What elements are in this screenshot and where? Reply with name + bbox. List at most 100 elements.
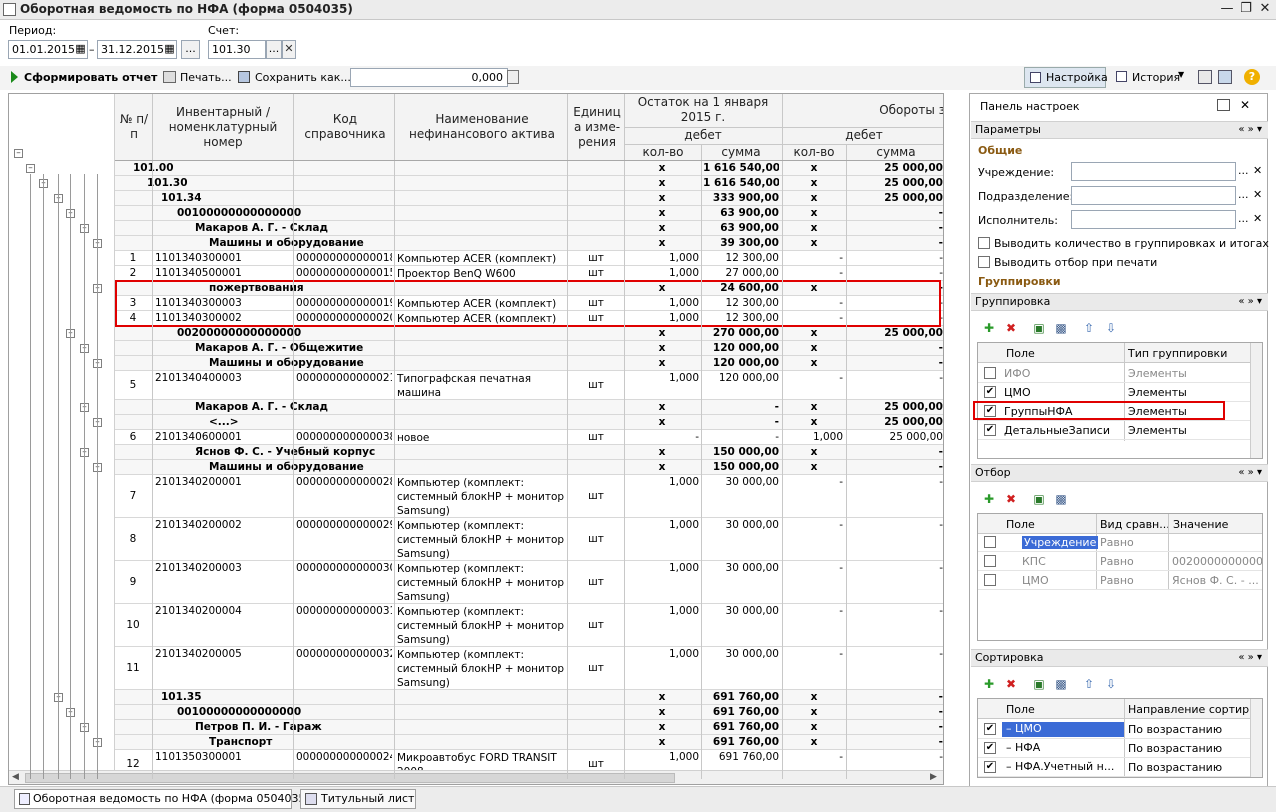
table-row[interactable]: 8 2101340200002 000000000000029 Компьютер (… xyxy=(115,518,943,561)
sort-row[interactable]: ✔ – НФА По возрастанию xyxy=(978,739,1250,758)
group-row[interactable]: 101.30 x 1 616 540,00 x 25 000,00 xyxy=(115,176,943,191)
group-row[interactable]: пожертвования x 24 600,00 x - xyxy=(115,281,943,296)
table-row[interactable]: 3 1101340300003 000000000000019 Компьютер A… xyxy=(115,296,943,311)
scroll-right-icon[interactable]: ▶ xyxy=(930,772,937,782)
save-as-button[interactable]: Сохранить как... xyxy=(255,71,351,84)
help-icon[interactable]: ? xyxy=(1244,69,1260,85)
calendar-icon[interactable]: ▦ xyxy=(73,41,88,58)
uncheck-all-icon[interactable]: ▩ xyxy=(1054,321,1068,335)
scroll-left-icon[interactable]: ◀ xyxy=(12,772,19,782)
table-row[interactable]: 5 2101340400003 000000000000021 Типографска… xyxy=(115,371,943,413)
grouping-row[interactable]: ✔ ДетальныеЗаписи Элементы xyxy=(978,421,1250,440)
move-down-icon[interactable]: ⇩ xyxy=(1104,677,1118,691)
sort-checkbox[interactable]: ✔ xyxy=(984,761,996,773)
group-row[interactable]: Макаров А. Г. - Склад x - x 25 000,00 xyxy=(115,400,943,415)
grouping-scrollbar[interactable] xyxy=(1250,343,1262,458)
select-button[interactable]: ... xyxy=(1238,164,1249,177)
collapse-all-icon[interactable]: – xyxy=(14,149,23,158)
table-row[interactable]: 11 2101340200005 000000000000032 Компьютер … xyxy=(115,647,943,690)
save-settings-icon[interactable] xyxy=(1218,70,1232,84)
sort-section-header[interactable]: Сортировка « » ▾ xyxy=(971,649,1268,667)
add-icon[interactable]: ✚ xyxy=(982,677,996,691)
table-row[interactable]: 2 1101340500001 000000000000015 Проектор Be… xyxy=(115,266,943,281)
section-controls-icon[interactable]: « » ▾ xyxy=(1238,122,1262,138)
generate-report-button[interactable]: Сформировать отчет xyxy=(24,71,157,84)
export-icon[interactable] xyxy=(1198,70,1212,84)
filter-row[interactable]: КПС Равно 0020000000000... xyxy=(978,552,1262,571)
sort-checkbox[interactable]: ✔ xyxy=(984,742,996,754)
grouping-row[interactable]: ИФО Элементы xyxy=(978,364,1250,383)
group-row[interactable]: Макаров А. Г. - Общежитие x 120 000,00 x - xyxy=(115,341,943,356)
group-row[interactable]: <...> x - x 25 000,00 xyxy=(115,415,943,430)
filter-section-header[interactable]: Отбор « » ▾ xyxy=(971,464,1268,482)
grouping-row[interactable]: ✔ ГруппыНФА Элементы xyxy=(978,402,1250,421)
clear-icon[interactable]: ✕ xyxy=(1253,212,1262,225)
table-row[interactable]: 1 1101340300001 000000000000018 Компьютер A… xyxy=(115,251,943,266)
panel-settings-icon[interactable] xyxy=(1217,99,1230,111)
close-icon[interactable]: ✕ xyxy=(1256,1,1274,17)
period-select-button[interactable]: ... xyxy=(181,40,200,59)
table-row[interactable]: 6 2101340600001 000000000000038 новое шт - - 1,… xyxy=(115,430,943,445)
account-input[interactable]: 101.30 xyxy=(208,40,266,59)
panel-close-icon[interactable]: ✕ xyxy=(1238,98,1252,112)
grouping-checkbox[interactable]: ✔ xyxy=(984,405,996,417)
print-button[interactable]: Печать... xyxy=(180,71,232,84)
subdivision-input[interactable] xyxy=(1071,186,1236,205)
minimize-icon[interactable]: — xyxy=(1218,1,1236,17)
check-all-icon[interactable]: ▣ xyxy=(1032,321,1046,335)
sort-row[interactable]: ✔ – ЦМО По возрастанию xyxy=(978,720,1250,739)
check-all-icon[interactable]: ▣ xyxy=(1032,677,1046,691)
table-row[interactable]: 4 1101340300002 000000000000020 Компьютер A… xyxy=(115,311,943,326)
grouping-checkbox[interactable]: ✔ xyxy=(984,424,996,436)
grouping-checkbox[interactable]: ✔ xyxy=(984,386,996,398)
group-row[interactable]: 00100000000000000 x 691 760,00 x - xyxy=(115,705,943,720)
sort-row[interactable]: ✔ – НФА.Учетный н... По возрастанию xyxy=(978,758,1250,777)
grouping-section-header[interactable]: Группировка « » ▾ xyxy=(971,293,1268,311)
institution-input[interactable] xyxy=(1071,162,1236,181)
group-row[interactable]: Яснов Ф. С. - Учебный корпус x 150 000,00 x… xyxy=(115,445,943,460)
opt1-checkbox[interactable] xyxy=(978,237,990,249)
select-button[interactable]: ... xyxy=(1238,188,1249,201)
group-row[interactable]: Машины и оборудование x 120 000,00 x - xyxy=(115,356,943,371)
add-icon[interactable]: ✚ xyxy=(982,492,996,506)
filter-row[interactable]: Учреждение Равно xyxy=(978,533,1262,552)
params-section-header[interactable]: Параметры « » ▾ xyxy=(971,121,1268,139)
table-row[interactable]: 9 2101340200003 000000000000030 Компьютер (… xyxy=(115,561,943,604)
calendar-icon[interactable]: ▦ xyxy=(162,41,177,58)
table-row[interactable]: 7 2101340200001 000000000000028 Компьютер (… xyxy=(115,475,943,518)
restore-icon[interactable]: ❐ xyxy=(1237,1,1255,17)
sort-checkbox[interactable]: ✔ xyxy=(984,723,996,735)
clear-icon[interactable]: ✕ xyxy=(1253,188,1262,201)
sort-scrollbar[interactable] xyxy=(1250,699,1262,777)
group-row[interactable]: 00100000000000000 x 63 900,00 x - xyxy=(115,206,943,221)
select-button[interactable]: ... xyxy=(1238,212,1249,225)
add-icon[interactable]: ✚ xyxy=(982,321,996,335)
group-row[interactable]: Машины и оборудование x 150 000,00 x - xyxy=(115,460,943,475)
group-row[interactable]: 00200000000000000 x 270 000,00 x 25 000,00 xyxy=(115,326,943,341)
grouping-row[interactable]: ✔ ЦМО Элементы xyxy=(978,383,1250,402)
settings-button[interactable]: Настройка xyxy=(1024,67,1108,88)
filter-row[interactable]: ЦМО Равно Яснов Ф. С. - ... xyxy=(978,571,1262,590)
expand-collapse-icon[interactable]: – xyxy=(26,164,35,173)
move-up-icon[interactable]: ⇧ xyxy=(1082,677,1096,691)
filter-checkbox[interactable] xyxy=(984,536,996,548)
group-row[interactable]: 101.35 x 691 760,00 x - xyxy=(115,690,943,705)
horizontal-scrollbar[interactable]: ◀ ▶ xyxy=(9,770,943,784)
number-field[interactable]: 0,000 xyxy=(350,68,508,87)
section-controls-icon[interactable]: « » ▾ xyxy=(1238,465,1262,481)
uncheck-all-icon[interactable]: ▩ xyxy=(1054,677,1068,691)
clear-icon[interactable]: ✕ xyxy=(1253,164,1262,177)
section-controls-icon[interactable]: « » ▾ xyxy=(1238,294,1262,310)
tab-title-page[interactable]: Титульный лист xyxy=(300,789,416,809)
section-controls-icon[interactable]: « » ▾ xyxy=(1238,650,1262,666)
filter-checkbox[interactable] xyxy=(984,555,996,567)
grouping-checkbox[interactable] xyxy=(984,367,996,379)
group-row[interactable]: Транспорт x 691 760,00 x - xyxy=(115,735,943,750)
calculator-icon[interactable] xyxy=(507,70,519,84)
account-select-button[interactable]: ... xyxy=(266,40,282,59)
delete-icon[interactable]: ✖ xyxy=(1004,677,1018,691)
uncheck-all-icon[interactable]: ▩ xyxy=(1054,492,1068,506)
group-row[interactable]: 101.00 x 1 616 540,00 x 25 000,00 xyxy=(115,161,943,176)
executor-input[interactable] xyxy=(1071,210,1236,229)
filter-checkbox[interactable] xyxy=(984,574,996,586)
